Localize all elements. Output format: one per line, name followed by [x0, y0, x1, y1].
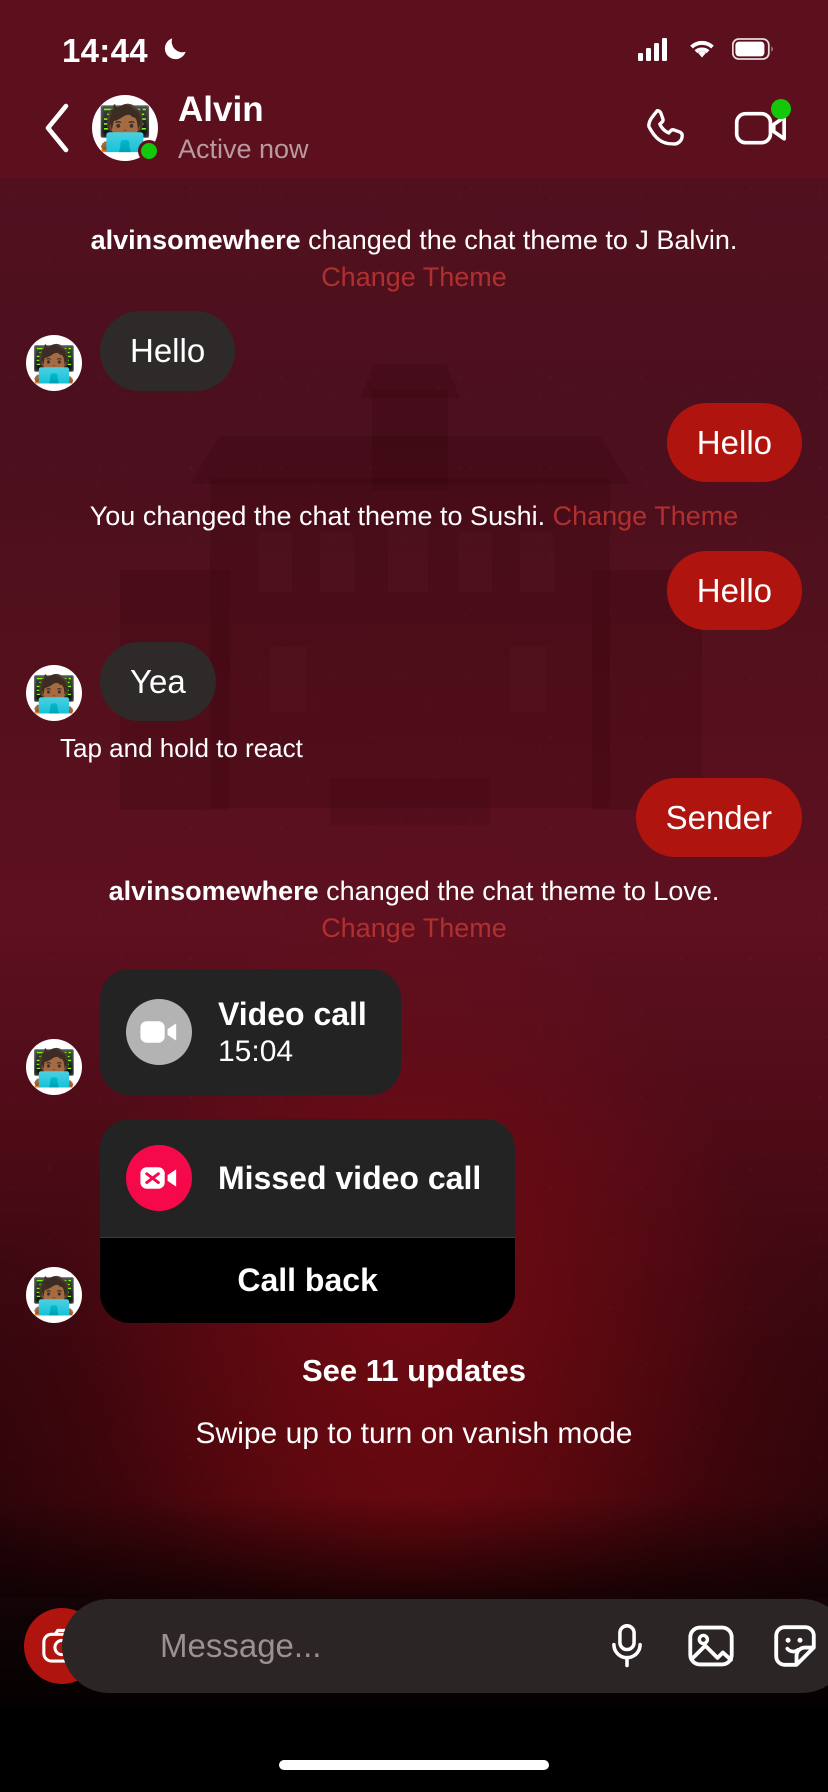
message-row-outgoing: Hello — [26, 402, 802, 482]
home-indicator[interactable] — [279, 1760, 549, 1770]
status-bar-clock: 14:44 — [62, 32, 148, 69]
image-gallery-icon[interactable] — [685, 1620, 737, 1672]
video-camera-icon — [126, 999, 192, 1066]
video-call-card[interactable]: Video call 15:04 — [100, 968, 401, 1096]
message-row-outgoing: Sender — [26, 778, 802, 858]
vanish-mode-hint: Swipe up to turn on vanish mode — [195, 1417, 633, 1451]
contact-info[interactable]: Alvin Active now — [178, 91, 640, 165]
message-row-incoming: 🧑🏾‍💻 Yea — [26, 641, 802, 722]
moon-icon — [160, 34, 190, 69]
change-theme-link[interactable]: Change Theme — [553, 501, 739, 531]
message-row-outgoing: Hello — [26, 550, 802, 630]
message-bubble[interactable]: Hello — [666, 402, 802, 482]
system-message-actor: alvinsomewhere — [90, 225, 301, 255]
system-message-actor: alvinsomewhere — [108, 876, 319, 907]
video-call-badge — [771, 99, 791, 119]
avatar-emoji: 🧑🏾‍💻 — [31, 673, 77, 715]
call-card-title: Video call — [218, 995, 367, 1032]
microphone-icon[interactable] — [601, 1620, 653, 1672]
call-card-title: Missed video call — [218, 1160, 482, 1197]
video-call-icon[interactable] — [734, 99, 791, 155]
message-input[interactable] — [138, 1627, 585, 1665]
avatar-emoji: 🧑🏾‍💻 — [31, 1275, 77, 1317]
wifi-icon — [686, 37, 718, 66]
message-bubble[interactable]: Sender — [635, 778, 802, 858]
contact-name: Alvin — [178, 90, 264, 130]
see-updates-button[interactable]: See 11 updates — [26, 1353, 802, 1389]
call-card-duration: 15:04 — [218, 1035, 294, 1069]
message-input-container[interactable] — [62, 1599, 828, 1693]
system-message-theme-sushi: You changed the chat theme to Sushi. Cha… — [26, 498, 802, 535]
message-bubble[interactable]: Hello — [666, 550, 802, 630]
chat-screen: 14:44 — [0, 0, 828, 1792]
system-message-text: changed the chat theme to Love. — [318, 876, 720, 907]
phone-icon[interactable] — [640, 101, 694, 155]
message-avatar[interactable]: 🧑🏾‍💻 — [26, 334, 82, 391]
avatar-emoji: 🧑🏾‍💻 — [31, 1047, 77, 1089]
message-row-missed-call: 🧑🏾‍💻 Missed video call Call ba — [26, 1119, 802, 1324]
contact-presence: Active now — [178, 133, 309, 164]
cellular-signal-icon — [638, 37, 672, 66]
message-list[interactable]: alvinsomewhere changed the chat theme to… — [0, 178, 828, 1578]
message-composer — [0, 1586, 828, 1706]
battery-icon — [731, 37, 776, 66]
system-message-text: changed the chat theme to J Balvin. — [300, 225, 738, 255]
message-bubble[interactable]: Yea — [100, 641, 216, 722]
react-hint-text: Tap and hold to react — [60, 733, 303, 764]
change-theme-link[interactable]: Change Theme — [321, 262, 507, 292]
chat-header: 🧑🏾‍💻 Alvin Active now — [0, 78, 828, 178]
back-button[interactable] — [34, 99, 80, 157]
system-message-text: changed the chat theme to Sushi. — [135, 500, 553, 531]
system-message-theme-jbalvin: alvinsomewhere changed the chat theme to… — [26, 222, 802, 295]
message-avatar[interactable]: 🧑🏾‍💻 — [26, 1039, 82, 1096]
system-message-actor: You — [89, 500, 136, 531]
change-theme-link[interactable]: Change Theme — [321, 913, 507, 943]
message-avatar[interactable]: 🧑🏾‍💻 — [26, 1267, 82, 1324]
system-message-theme-love: alvinsomewhere changed the chat theme to… — [26, 873, 802, 946]
avatar[interactable]: 🧑🏾‍💻 — [92, 95, 160, 162]
message-row-incoming: 🧑🏾‍💻 Hello — [26, 311, 802, 391]
missed-video-call-card[interactable]: Missed video call Call back — [100, 1119, 516, 1324]
avatar-emoji: 🧑🏾‍💻 — [31, 342, 77, 384]
call-back-button[interactable]: Call back — [100, 1237, 516, 1324]
ios-status-bar: 14:44 — [0, 0, 828, 78]
message-row-call: 🧑🏾‍💻 Video call 15:04 — [26, 968, 802, 1096]
message-avatar[interactable]: 🧑🏾‍💻 — [26, 665, 82, 722]
video-camera-missed-icon — [126, 1145, 192, 1212]
online-status-dot — [138, 140, 160, 162]
home-indicator-bar — [0, 1706, 828, 1792]
message-bubble[interactable]: Hello — [100, 311, 236, 391]
sticker-icon[interactable] — [769, 1620, 821, 1672]
